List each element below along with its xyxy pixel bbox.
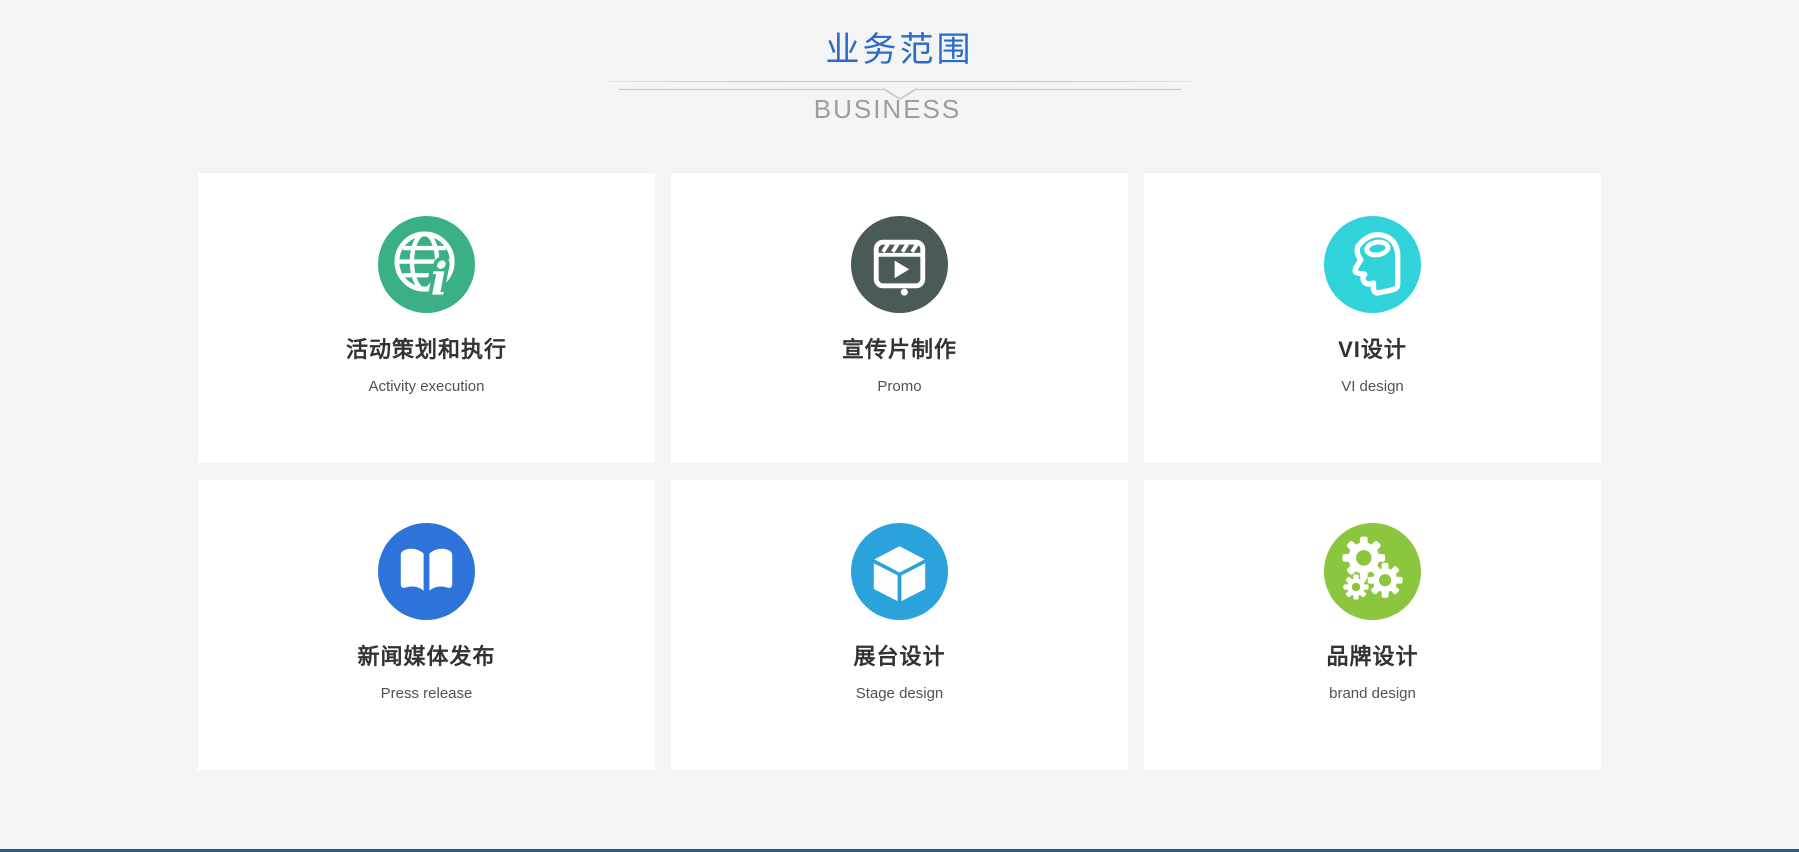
card-title: 活动策划和执行 [198, 337, 655, 363]
service-card-brand[interactable]: 品牌设计 brand design [1144, 480, 1601, 770]
divider-line [917, 89, 1181, 90]
card-title: 宣传片制作 [671, 337, 1128, 363]
divider-line [619, 89, 883, 90]
service-card-stage[interactable]: 展台设计 Stage design [671, 480, 1128, 770]
service-card-press[interactable]: 新闻媒体发布 Press release [198, 480, 655, 770]
svg-text:i: i [431, 253, 448, 306]
section-title: 业务范围 [0, 22, 1799, 71]
card-title: VI设计 [1144, 337, 1601, 363]
divider-line [609, 81, 1191, 82]
gears-icon [1324, 523, 1421, 620]
card-title: 品牌设计 [1144, 644, 1601, 670]
service-card-vi-design[interactable]: VI设计 VI design [1144, 173, 1601, 463]
clapperboard-play-icon [851, 216, 948, 313]
cube-icon [851, 523, 948, 620]
service-card-promo[interactable]: 宣传片制作 Promo [671, 173, 1128, 463]
section-subtitle: BUSINESS [0, 92, 1787, 126]
section-header: 业务范围 BUSINESS [0, 0, 1799, 173]
card-subtitle: Promo [671, 378, 1128, 396]
card-subtitle: Activity execution [198, 378, 655, 396]
service-card-activity[interactable]: i 活动策划和执行 Activity execution [198, 173, 655, 463]
service-cards-grid: i 活动策划和执行 Activity execution 宣 [198, 173, 1601, 770]
card-subtitle: Press release [198, 685, 655, 703]
card-subtitle: brand design [1144, 685, 1601, 703]
card-subtitle: Stage design [671, 685, 1128, 703]
head-profile-icon [1324, 216, 1421, 313]
card-subtitle: VI design [1144, 378, 1601, 396]
business-section: 业务范围 BUSINESS i [0, 0, 1799, 852]
card-title: 新闻媒体发布 [198, 644, 655, 670]
globe-info-icon: i [378, 216, 475, 313]
open-book-icon [378, 523, 475, 620]
card-title: 展台设计 [671, 644, 1128, 670]
